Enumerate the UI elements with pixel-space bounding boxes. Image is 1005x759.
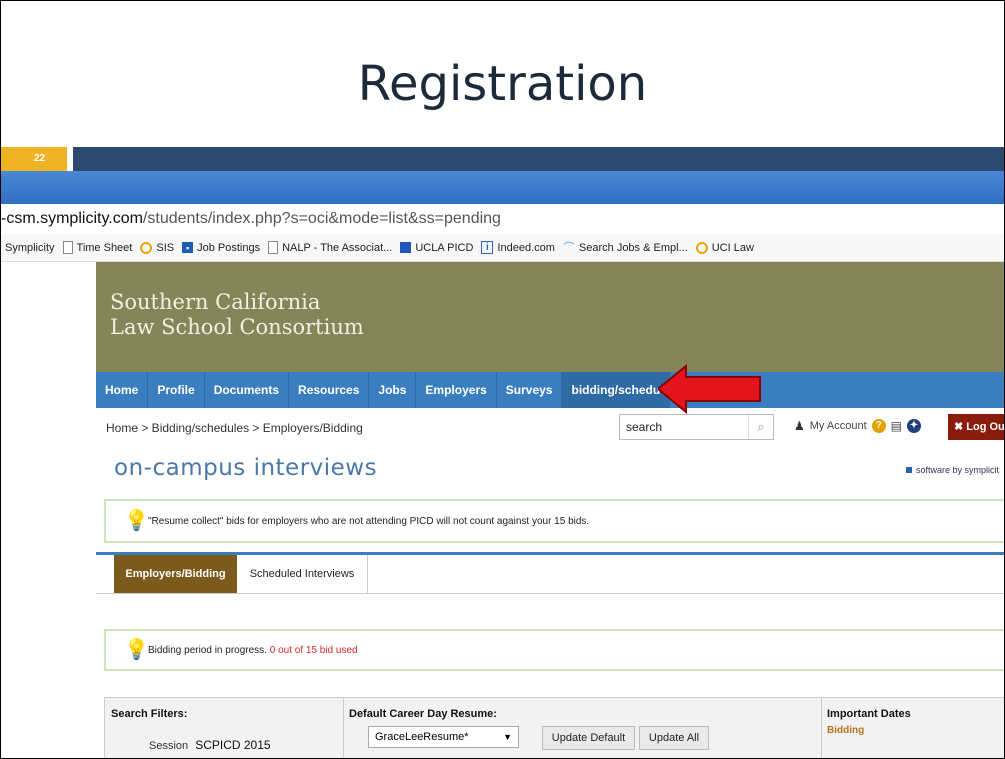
wave-icon: ⌒ [563,241,575,254]
bookmark-label: Indeed.com [497,241,555,254]
nav-home[interactable]: Home [96,372,149,408]
bidding-date-label: Bidding [827,725,865,736]
bookmark-label: Job Postings [197,241,261,254]
bookmark-time-sheet[interactable]: Time Sheet [62,241,133,254]
bookmark-label: Search Jobs & Empl... [578,241,688,254]
browser-title-bar [1,171,1004,204]
nav-profile[interactable]: Profile [148,372,205,408]
bookmark-label: NALP - The Associat... [282,241,393,254]
slide-number: 22 [34,153,46,164]
page-icon [62,241,73,254]
logout-button[interactable]: ✖ Log Ou [948,414,1004,440]
address-bar[interactable]: -csm.symplicity.com/students/index.php?s… [1,204,1004,235]
slide-frame: Registration 22 -csm.symplicity.com/stud… [0,0,1005,759]
resume-select[interactable]: GraceLeeResume* ▼ [368,726,519,748]
resume-collect-notice: 💡 "Resume collect" bids for employers wh… [104,499,1004,543]
filters-table: Search Filters: Session SCPICD 2015 Defa… [104,697,1004,758]
search-value: search [626,420,663,434]
browser-screenshot: -csm.symplicity.com/students/index.php?s… [1,171,1004,758]
default-resume-label: Default Career Day Resume: [349,708,497,720]
banner-line-1: Southern California [110,290,321,314]
bookmark-uci-law[interactable]: UCI Law [695,241,754,254]
url-path: /students/index.php?s=oci&mode=list&ss=p… [142,210,501,227]
column-divider [343,698,344,758]
session-label: Session [149,740,189,752]
red-arrow-icon [658,364,761,414]
search-icon[interactable]: ⌕ [748,415,773,439]
page-title: on-campus interviews [114,455,378,481]
bookmark-sis[interactable]: SIS [140,241,175,254]
ring-icon [140,241,153,254]
info-icon: i [481,241,494,254]
notice-text: "Resume collect" bids for employers who … [148,516,590,527]
resume-select-value: GraceLeeResume* [375,731,469,743]
chevron-down-icon: ▼ [503,732,512,742]
lightbulb-icon: 💡 [124,510,149,532]
url-host: -csm.symplicity.com [1,210,143,227]
software-by-link[interactable]: software by symplicit [906,465,999,475]
tab-bar: Employers/Bidding Scheduled Interviews [96,555,1004,594]
bookmark-label: UCLA PICD [415,241,474,254]
page-icon [268,241,279,254]
bookmark-indeed[interactable]: i Indeed.com [481,241,555,254]
nav-documents[interactable]: Documents [205,372,290,408]
bookmark-label: SIS [156,241,175,254]
accessibility-icon[interactable]: ✦ [906,419,921,433]
bidding-status-text: Bidding period in progress. 0 out of 15 … [148,645,358,656]
important-dates-label: Important Dates [827,708,911,720]
nav-jobs[interactable]: Jobs [369,372,417,408]
nav-employers[interactable]: Employers [416,372,497,408]
main-nav: Home Profile Documents Resources Jobs Em… [96,372,1004,408]
tab-scheduled-interviews[interactable]: Scheduled Interviews [237,555,368,593]
update-all-button[interactable]: Update All [639,726,709,750]
bidding-status-notice: 💡 Bidding period in progress. 0 out of 1… [104,629,1004,671]
bidding-status-prefix: Bidding period in progress. [148,645,267,656]
slide-title: Registration [357,56,648,112]
nav-resources[interactable]: Resources [289,372,370,408]
nav-surveys[interactable]: Surveys [497,372,563,408]
slide-header-bar [73,147,1004,171]
column-divider [821,698,822,758]
search-input[interactable]: search ⌕ [619,414,774,440]
bookmark-nalp[interactable]: NALP - The Associat... [268,241,392,254]
bookmark-ucla-picd[interactable]: UCLA PICD [400,242,473,254]
symplicity-site: Southern California Law School Consortiu… [96,262,1004,758]
tab-employers-bidding[interactable]: Employers/Bidding [114,555,237,593]
bookmarks-bar: Symplicity Time Sheet SIS ▪ Job Postings … [1,234,1004,262]
bookmark-label: UCI Law [711,241,754,254]
lightbulb-icon: 💡 [124,639,149,661]
slide-number-badge: 22 [1,147,67,171]
bookmark-label: Symplicity [5,241,55,254]
user-icon: ♟ [794,419,805,433]
session-value: SCPICD 2015 [195,738,271,752]
nav-bidding-schedules[interactable]: bidding/schedu [562,372,671,408]
my-account-link[interactable]: My Account [810,420,867,432]
banner-line-2: Law School Consortium [110,315,364,339]
bid-count: 0 out of 15 bid used [269,645,358,656]
breadcrumb: Home > Bidding/schedules > Employers/Bid… [106,421,363,435]
bookmark-job-postings[interactable]: ▪ Job Postings [182,242,260,254]
site-banner: Southern California Law School Consortiu… [96,262,1004,372]
bookmark-search-jobs[interactable]: ⌒ Search Jobs & Empl... [563,241,688,254]
logout-label: Log Ou [966,421,1004,433]
bookmark-label: Time Sheet [76,241,133,254]
search-filters-label: Search Filters: [111,708,188,720]
update-default-button[interactable]: Update Default [542,726,635,750]
print-icon[interactable]: ▤ [891,419,902,433]
ring-icon [695,241,708,254]
help-icon[interactable]: ? [871,419,886,433]
bookmark-symplicity[interactable]: Symplicity [5,242,55,254]
app-icon: ▪ [182,242,194,253]
account-tools: ♟ My Account ? ▤ ✦ [794,419,921,433]
session-row: Session SCPICD 2015 [149,738,271,752]
blue-square-icon [400,242,412,253]
